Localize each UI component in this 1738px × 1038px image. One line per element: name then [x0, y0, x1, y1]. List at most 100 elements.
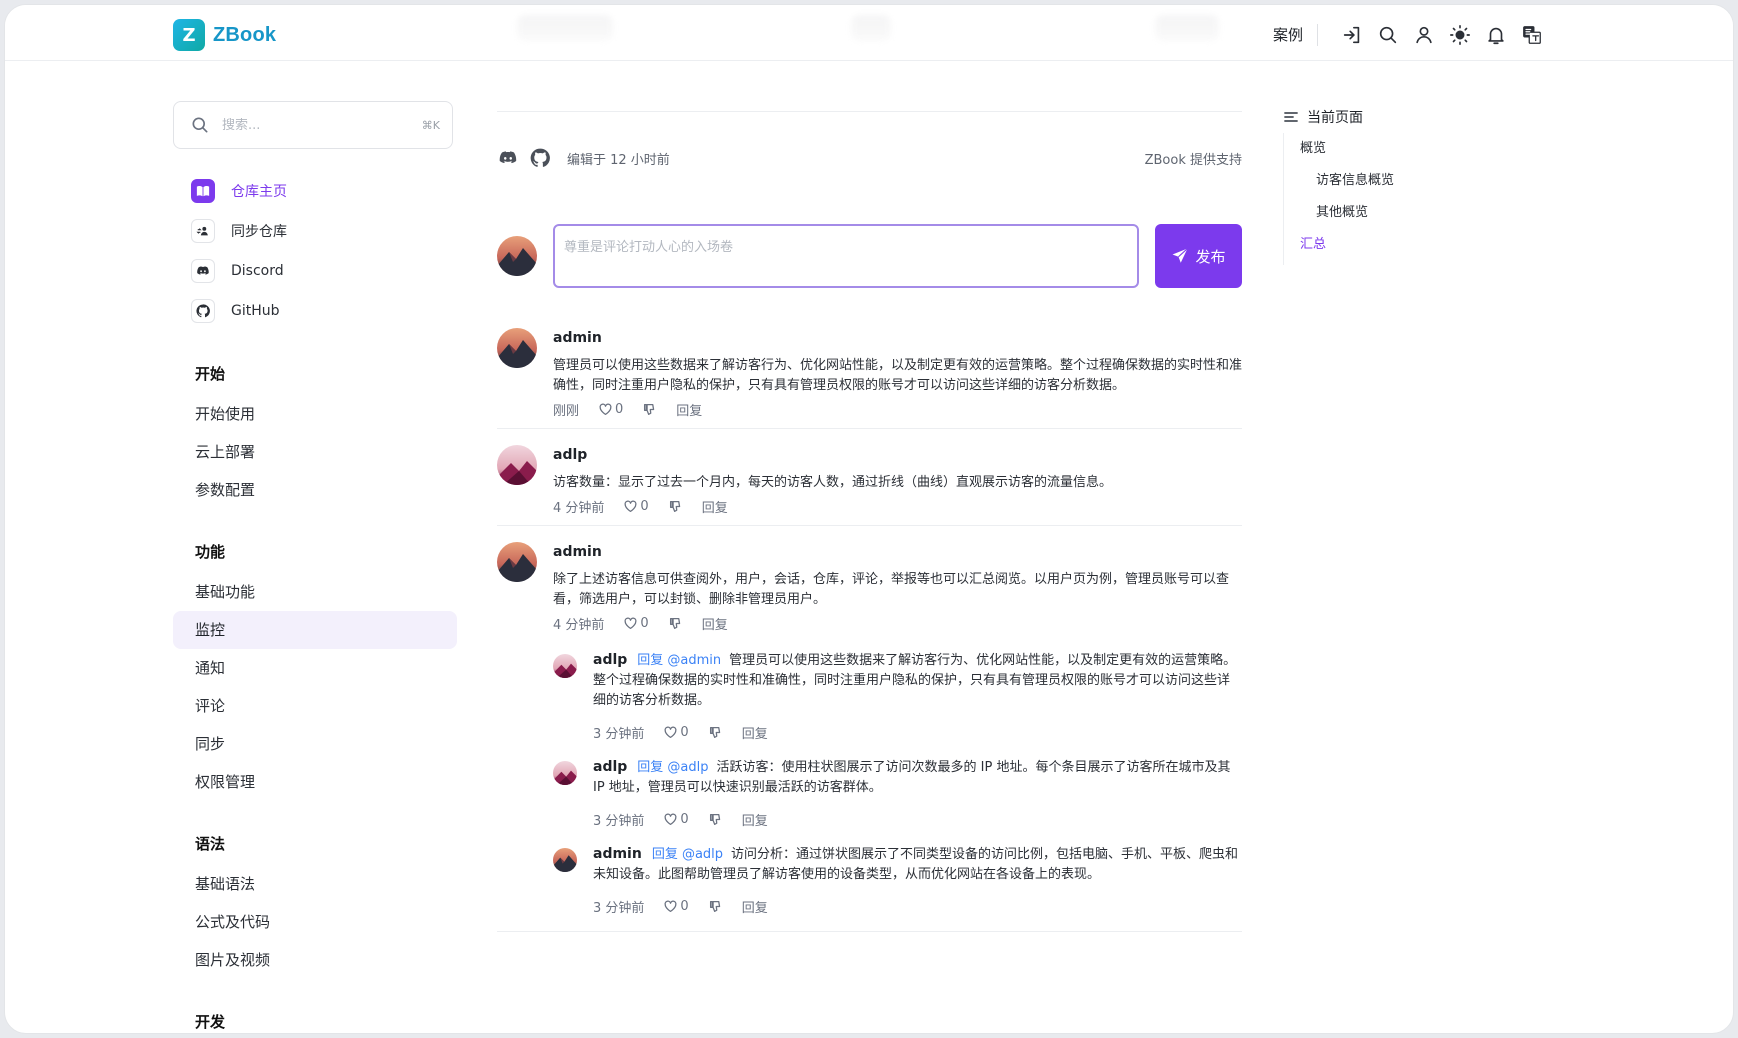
- like-button[interactable]: 0: [624, 615, 649, 631]
- comment-input[interactable]: [553, 224, 1139, 288]
- avatar[interactable]: [553, 654, 577, 678]
- list-icon: [1284, 112, 1298, 122]
- avatar[interactable]: [497, 542, 537, 582]
- reply-mention[interactable]: 回复 @admin: [637, 653, 721, 668]
- nav-item-getting-started[interactable]: 开始使用: [173, 395, 457, 433]
- reply-button[interactable]: 回复: [742, 810, 768, 829]
- nav-item-formula-code[interactable]: 公式及代码: [173, 903, 457, 941]
- like-count: 0: [615, 401, 624, 417]
- dislike-button[interactable]: [709, 726, 722, 739]
- nav-section-title: 功能: [195, 543, 226, 561]
- like-count: 0: [640, 615, 649, 631]
- reply-author[interactable]: adlp: [593, 759, 627, 775]
- sun-icon[interactable]: [1442, 19, 1478, 51]
- like-button[interactable]: 0: [599, 402, 623, 417]
- nav-item-basic-features[interactable]: 基础功能: [173, 573, 457, 611]
- nav-section-start: 开始 开始使用 云上部署 参数配置: [173, 361, 457, 509]
- nav-section-syntax: 语法 基础语法 公式及代码 图片及视频: [173, 831, 457, 979]
- sign-in-icon[interactable]: [1334, 19, 1370, 51]
- quick-link-discord[interactable]: Discord: [173, 251, 457, 291]
- user-icon[interactable]: [1406, 19, 1442, 51]
- book-icon: [191, 179, 215, 203]
- search-icon[interactable]: [1370, 19, 1406, 51]
- reply-author[interactable]: admin: [593, 846, 642, 862]
- nav-item-comments[interactable]: 评论: [173, 687, 457, 725]
- nav-item-config[interactable]: 参数配置: [173, 471, 457, 509]
- reply-mention[interactable]: 回复 @adlp: [652, 847, 723, 862]
- quick-link-label: Discord: [231, 263, 284, 279]
- reply-item: admin 回复 @adlp 访问分析：通过饼状图展示了不同类型设备的访问比例，包括…: [553, 844, 1242, 917]
- nav-item-basic-syntax[interactable]: 基础语法: [173, 865, 457, 903]
- search-shortcut: ⌘K: [421, 118, 440, 132]
- dislike-button[interactable]: [643, 403, 656, 416]
- search-box[interactable]: ⌘K: [173, 101, 453, 149]
- like-button[interactable]: 0: [664, 725, 689, 740]
- comment-text: 除了上述访客信息可供查阅外，用户，会话，仓库，评论，举报等也可以汇总阅览。以用户…: [553, 572, 1230, 607]
- publish-button[interactable]: 发布: [1155, 224, 1242, 288]
- dislike-button[interactable]: [709, 813, 722, 826]
- reply-button[interactable]: 回复: [702, 497, 728, 516]
- reply-button[interactable]: 回复: [702, 614, 728, 633]
- nav-item-permissions[interactable]: 权限管理: [173, 763, 457, 801]
- quick-link-repo-home[interactable]: 仓库主页: [173, 171, 457, 211]
- nav-item-image-video[interactable]: 图片及视频: [173, 941, 457, 979]
- case-link[interactable]: 案例: [1273, 24, 1319, 46]
- discord-icon[interactable]: [497, 147, 519, 169]
- reply-button[interactable]: 回复: [742, 723, 768, 742]
- reply-text-line: adlp 回复 @admin 管理员可以使用这些数据来了解访客行为、优化网站性能，以…: [593, 650, 1242, 711]
- reply-body: adlp 回复 @adlp 活跃访客：使用柱状图展示了访问次数最多的 IP 地址。每…: [593, 757, 1242, 830]
- like-button[interactable]: 0: [664, 811, 689, 827]
- like-button[interactable]: 0: [624, 498, 649, 514]
- reply-time: 3 分钟前: [593, 726, 645, 742]
- comment-author[interactable]: adlp: [553, 443, 1242, 467]
- like-button[interactable]: 0: [664, 899, 689, 914]
- toc-item-visitor-overview[interactable]: 访客信息概览: [1284, 165, 1503, 197]
- dislike-button[interactable]: [669, 500, 682, 513]
- thumbs-down-icon: [669, 500, 680, 512]
- toc-item-overview[interactable]: 概览: [1284, 133, 1503, 165]
- toc-list: 概览 访客信息概览 其他概览 汇总: [1283, 133, 1503, 265]
- comment-time: 4 分钟前: [553, 617, 605, 633]
- reply-time: 3 分钟前: [593, 813, 645, 829]
- logo[interactable]: Z ZBook: [173, 19, 276, 51]
- nav-section-develop: 开发: [173, 1009, 457, 1033]
- dislike-button[interactable]: [669, 617, 682, 630]
- reply-item: adlp 回复 @admin 管理员可以使用这些数据来了解访客行为、优化网站性能，以…: [553, 650, 1242, 743]
- avatar[interactable]: [497, 445, 537, 485]
- nav-item-notifications[interactable]: 通知: [173, 649, 457, 687]
- nav-item-cloud-deploy[interactable]: 云上部署: [173, 433, 457, 471]
- github-icon[interactable]: [529, 147, 551, 169]
- comment-actions: 4 分钟前 0 回复: [553, 612, 1242, 634]
- reply-button[interactable]: 回复: [676, 400, 702, 419]
- avatar[interactable]: [553, 848, 577, 872]
- quick-link-github[interactable]: GitHub: [173, 291, 457, 331]
- reply-mention[interactable]: 回复 @adlp: [637, 760, 708, 775]
- translate-icon[interactable]: [1514, 19, 1550, 51]
- toc-item-other-overview[interactable]: 其他概览: [1284, 197, 1503, 229]
- app-window: Z ZBook 案例 搜索... ⌘K 仓库主页 同步仓库 Discord Gi…: [4, 4, 1734, 1034]
- like-count: 0: [680, 811, 689, 827]
- toc-title: 当前页面: [1307, 110, 1363, 126]
- comment-list: admin 管理员可以使用这些数据来了解访客行为、优化网站性能，以及制定更有效的…: [497, 326, 1242, 932]
- avatar[interactable]: [497, 328, 537, 368]
- comment-author[interactable]: admin: [553, 540, 1242, 564]
- dislike-button[interactable]: [709, 900, 722, 913]
- comment-time: 4 分钟前: [553, 500, 605, 516]
- reply-button[interactable]: 回复: [742, 897, 768, 916]
- comment-author[interactable]: admin: [553, 326, 1242, 350]
- avatar[interactable]: [553, 761, 577, 785]
- quick-link-sync-repo[interactable]: 同步仓库: [173, 211, 457, 251]
- search-icon: [192, 117, 208, 133]
- nav-item-sync[interactable]: 同步: [173, 725, 457, 763]
- nav-section-title: 开发: [195, 1013, 226, 1031]
- bell-icon[interactable]: [1478, 19, 1514, 51]
- heart-icon: [599, 403, 612, 415]
- powered-by[interactable]: ZBook 提供支持: [1145, 149, 1242, 168]
- nav-item-monitoring[interactable]: 监控: [173, 611, 457, 649]
- like-count: 0: [640, 498, 649, 514]
- reply-author[interactable]: adlp: [593, 652, 627, 668]
- search-input[interactable]: [222, 117, 422, 133]
- reply-time: 3 分钟前: [593, 900, 645, 916]
- reply-list: adlp 回复 @admin 管理员可以使用这些数据来了解访客行为、优化网站性能，以…: [553, 650, 1242, 923]
- toc-item-summary[interactable]: 汇总: [1284, 229, 1503, 261]
